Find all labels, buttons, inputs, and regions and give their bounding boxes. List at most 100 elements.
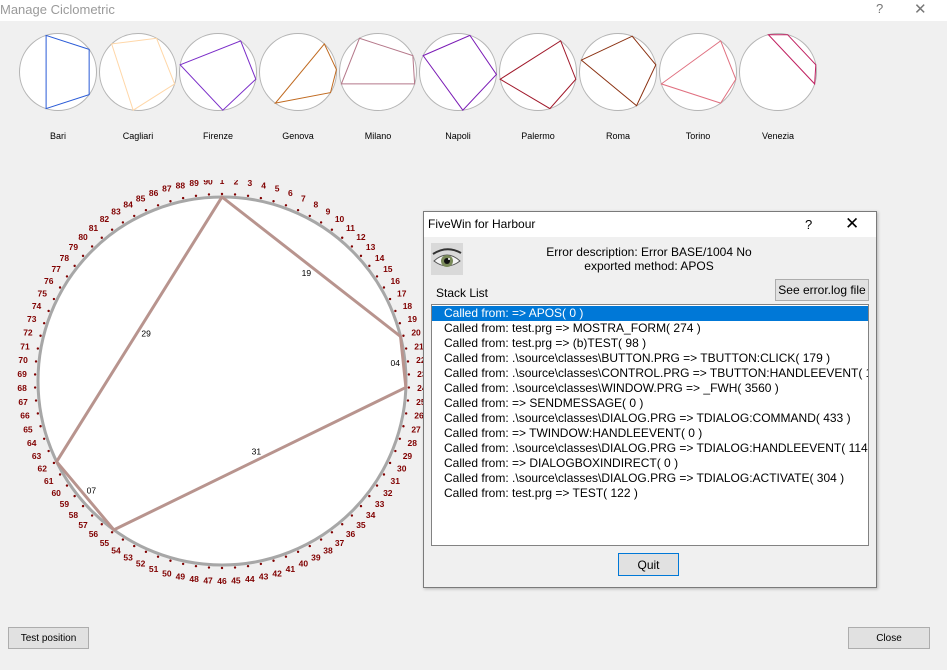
number-tick — [406, 360, 410, 363]
number-tick — [246, 194, 250, 198]
number-label: 81 — [89, 223, 99, 233]
stack-item[interactable]: Called from: test.prg => MOSTRA_FORM( 27… — [432, 321, 868, 336]
number-tick — [259, 196, 263, 200]
number-label: 10 — [335, 214, 345, 224]
number-label: 28 — [407, 438, 417, 448]
error-dialog: FiveWin for Harbour ? ✕ Error descriptio… — [423, 211, 877, 588]
number-tick — [272, 200, 275, 203]
stack-item[interactable]: Called from: => APOS( 0 ) — [432, 306, 868, 321]
see-error-log-button[interactable]: See error.log file — [775, 279, 869, 301]
dialog-close-icon[interactable]: ✕ — [845, 214, 859, 234]
number-tick — [100, 236, 103, 239]
number-label: 89 — [189, 180, 199, 188]
number-label: 6 — [288, 188, 293, 198]
number-tick — [402, 334, 405, 337]
number-label: 79 — [69, 242, 79, 252]
number-label: 83 — [111, 206, 121, 216]
number-tick — [169, 559, 172, 562]
number-label: 80 — [78, 232, 88, 242]
number-tick — [404, 412, 408, 415]
number-tick — [330, 531, 334, 534]
cyclometric-circle: 1 2 3 4 5 67891011121314151617181920212223242… — [17, 180, 426, 586]
number-tick — [319, 221, 323, 224]
wheel-label: Roma — [605, 131, 630, 141]
stack-listbox[interactable]: Called from: => APOS( 0 ) Called from: te… — [431, 304, 869, 546]
eye-icon — [431, 243, 463, 275]
number-tick — [110, 531, 114, 534]
distance-label: 07 — [87, 486, 97, 496]
number-label: 84 — [123, 199, 133, 209]
number-tick — [73, 264, 76, 268]
stack-item[interactable]: Called from: .\source\classes\BUTTON.PRG… — [432, 351, 868, 366]
number-label: 69 — [17, 369, 27, 379]
error-description: Error description: Error BASE/1004 No ex… — [514, 245, 784, 273]
number-tick — [341, 236, 344, 239]
stack-item[interactable]: Called from: => SENDMESSAGE( 0 ) — [432, 396, 868, 411]
number-tick — [341, 523, 344, 526]
stack-item[interactable]: Called from: .\source\classes\DIALOG.PRG… — [432, 411, 868, 426]
number-label: 14 — [375, 253, 385, 263]
quit-button[interactable]: Quit — [618, 553, 679, 576]
number-tick — [81, 504, 85, 508]
stack-item[interactable]: Called from: .\source\classes\WINDOW.PRG… — [432, 381, 868, 396]
number-label: 85 — [136, 193, 146, 203]
number-tick — [42, 437, 46, 440]
number-label: 27 — [411, 424, 421, 434]
number-tick — [33, 373, 37, 376]
number-label: 58 — [69, 510, 79, 520]
number-label: 52 — [136, 559, 146, 569]
number-tick — [382, 286, 386, 289]
number-tick — [220, 566, 224, 570]
number-tick — [407, 386, 411, 389]
number-label: 67 — [18, 397, 28, 407]
stack-item[interactable]: Called from: .\source\classes\DIALOG.PRG… — [432, 471, 868, 486]
distance-label: 31 — [252, 446, 262, 456]
number-tick — [34, 399, 38, 402]
number-tick — [39, 334, 42, 337]
number-tick — [34, 360, 38, 363]
number-label: 38 — [323, 546, 333, 556]
number-tick — [47, 449, 50, 453]
number-tick — [90, 514, 94, 517]
stack-item[interactable]: Called from: => TWINDOW:HANDLEEVENT( 0 ) — [432, 426, 868, 441]
stack-item[interactable]: Called from: test.prg => (b)TEST( 98 ) — [432, 336, 868, 351]
number-tick — [47, 309, 50, 313]
number-tick — [207, 566, 211, 569]
number-label: 34 — [366, 510, 376, 520]
number-label: 9 — [326, 206, 331, 216]
number-tick — [52, 297, 56, 301]
number-tick — [406, 399, 410, 402]
number-tick — [81, 254, 85, 258]
number-label: 76 — [44, 276, 54, 286]
wheel-cagliari — [99, 33, 177, 111]
number-label: 62 — [38, 464, 48, 474]
dialog-help-icon[interactable]: ? — [805, 217, 812, 232]
stack-item[interactable]: Called from: .\source\classes\CONTROL.PR… — [432, 366, 868, 381]
help-icon[interactable]: ? — [876, 1, 883, 16]
stack-item[interactable]: Called from: test.prg => TEST( 122 ) — [432, 486, 868, 501]
number-tick — [398, 437, 402, 440]
wheel-label: Genova — [282, 131, 314, 141]
number-label: 71 — [20, 341, 30, 351]
number-tick — [156, 555, 160, 558]
number-label: 11 — [346, 223, 355, 233]
number-tick — [121, 538, 125, 541]
number-label: 49 — [176, 572, 186, 582]
number-tick — [407, 373, 411, 376]
number-label: 29 — [403, 451, 413, 461]
number-label: 35 — [356, 520, 366, 530]
number-label: 59 — [60, 499, 70, 509]
stack-item[interactable]: Called from: .\source\classes\DIALOG.PRG… — [432, 441, 868, 456]
close-button[interactable]: Close — [848, 627, 930, 649]
close-icon[interactable]: ✕ — [914, 0, 927, 18]
number-tick — [133, 544, 136, 548]
number-label: 64 — [27, 438, 37, 448]
number-label: 70 — [18, 355, 28, 365]
test-position-button[interactable]: Test position — [8, 627, 89, 649]
number-label: 51 — [149, 564, 159, 574]
dialog-title: FiveWin for Harbour — [428, 217, 536, 231]
number-tick — [350, 514, 354, 517]
number-label: 17 — [397, 288, 407, 298]
number-tick — [39, 425, 42, 428]
stack-item[interactable]: Called from: => DIALOGBOXINDIRECT( 0 ) — [432, 456, 868, 471]
